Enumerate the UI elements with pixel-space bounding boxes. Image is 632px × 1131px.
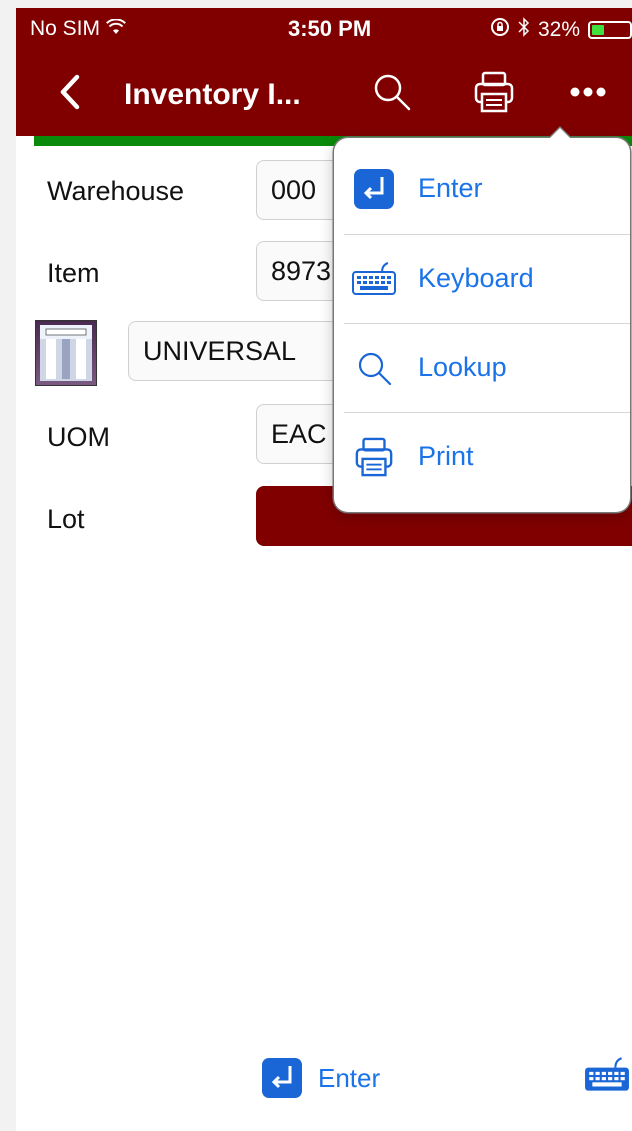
print-button[interactable]	[470, 68, 518, 116]
toolbar-keyboard-button[interactable]	[584, 1056, 630, 1099]
menu-item-label: Keyboard	[418, 263, 534, 293]
printer-icon	[474, 71, 514, 113]
item-label: Item	[47, 258, 100, 288]
search-icon	[358, 352, 392, 385]
warehouse-label: Warehouse	[47, 176, 185, 206]
wifi-icon	[106, 17, 126, 41]
back-button[interactable]	[46, 68, 94, 116]
carrier-label: No SIM	[30, 17, 101, 40]
page-title: Inventory I...	[124, 78, 301, 111]
app-screen: No SIM 3:50 PM 32% Inventory I... Wareho…	[16, 8, 632, 1131]
lot-label: Lot	[47, 504, 85, 534]
ellipsis-icon	[570, 87, 606, 97]
printer-icon	[355, 437, 393, 476]
menu-item-print[interactable]: Print	[334, 412, 630, 501]
keyboard-icon	[352, 261, 396, 295]
toolbar-enter-button[interactable]: Enter	[262, 1058, 380, 1098]
menu-item-label: Print	[418, 441, 474, 471]
uom-label: UOM	[47, 422, 110, 452]
more-button[interactable]	[564, 68, 612, 116]
enter-icon	[262, 1058, 302, 1098]
menu-item-lookup[interactable]: Lookup	[334, 323, 630, 412]
search-button[interactable]	[368, 68, 416, 116]
menu-item-keyboard[interactable]: Keyboard	[334, 234, 630, 323]
item-thumbnail	[35, 320, 97, 386]
chevron-left-icon	[60, 74, 80, 110]
overflow-menu: Enter Keyboard Lookup Print	[334, 126, 630, 512]
keyboard-icon	[585, 1057, 629, 1091]
menu-item-label: Lookup	[418, 352, 507, 382]
menu-item-enter[interactable]: Enter	[334, 144, 630, 233]
battery-icon	[588, 21, 632, 39]
search-icon	[374, 74, 411, 111]
toolbar-enter-label: Enter	[318, 1062, 381, 1093]
enter-icon	[354, 168, 394, 209]
battery-fill	[592, 25, 604, 35]
bluetooth-icon	[518, 17, 530, 43]
battery-percent: 32%	[537, 18, 580, 41]
navigation-bar: Inventory I...	[16, 48, 632, 136]
status-bar: No SIM 3:50 PM 32%	[16, 8, 632, 48]
status-time: 3:50 PM	[288, 16, 372, 41]
rotation-lock-icon	[490, 17, 510, 43]
menu-item-label: Enter	[418, 173, 483, 203]
